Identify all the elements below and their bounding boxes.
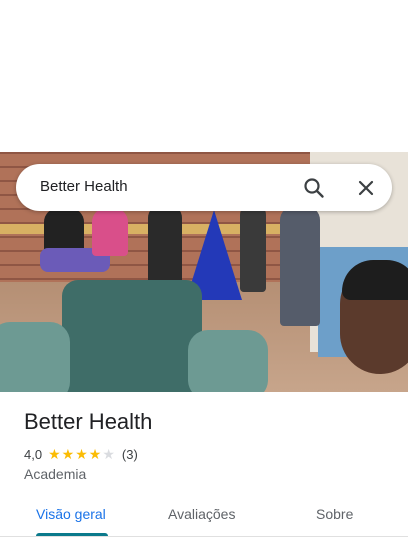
tabs-divider [0,536,408,537]
person [148,204,182,284]
search-bar[interactable]: Better Health [16,164,392,211]
star-empty-icon: ★ [102,446,115,462]
place-title: Better Health [24,409,153,434]
close-icon[interactable] [352,174,380,202]
armchair [62,280,202,392]
star-filled-icon: ★ [61,446,75,462]
tab-reviews[interactable]: Avaliações [168,506,235,522]
blank-top-area [0,0,408,152]
tab-bar: Visão geral Avaliações Sobre [0,496,408,537]
search-input[interactable]: Better Health [40,178,128,195]
review-count[interactable]: (3) [122,447,138,462]
person [92,208,128,256]
star-filled-icon: ★ [48,446,61,462]
tab-overview[interactable]: Visão geral [36,506,106,522]
tab-about[interactable]: Sobre [316,506,353,522]
star-filled-icon: ★ [88,446,102,462]
rating-row[interactable]: 4,0 ★ ★ ★ ★ ★ (3) [24,445,138,463]
search-icon[interactable] [300,174,328,202]
person [240,202,266,292]
place-category[interactable]: Academia [24,466,86,482]
star-rating: ★ ★ ★ ★ ★ [48,447,116,461]
armchair-arm [0,322,70,392]
armchair-arm [188,330,268,392]
rating-value: 4,0 [24,446,43,462]
person [280,206,320,326]
star-filled-icon: ★ [75,446,88,462]
